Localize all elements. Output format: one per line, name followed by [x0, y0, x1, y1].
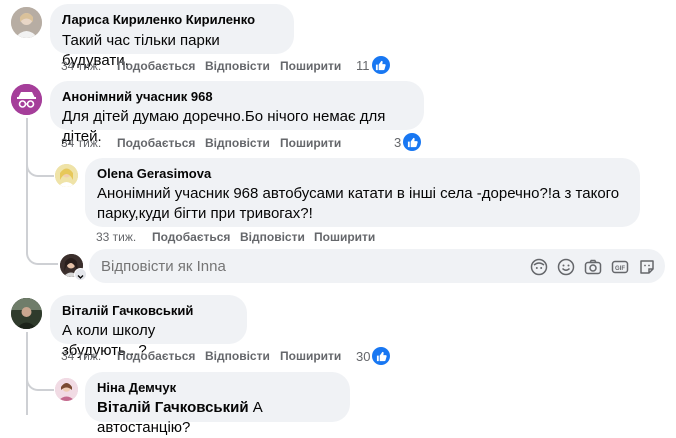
reaction-number: 11: [356, 57, 370, 73]
reply-time[interactable]: 33 тиж.: [96, 229, 136, 245]
comment-time[interactable]: 34 тиж.: [61, 348, 101, 364]
comment-author[interactable]: Віталій Гачковський: [62, 303, 235, 319]
reaction-number: 30: [356, 348, 371, 364]
reply-connector: [26, 365, 54, 391]
like-reaction-icon: [372, 347, 391, 365]
reply-button[interactable]: Відповісти: [205, 135, 270, 151]
reply-author[interactable]: Ніна Демчук: [97, 380, 338, 396]
like-button[interactable]: Подобається: [152, 229, 230, 245]
camera-icon[interactable]: [584, 258, 602, 276]
sticker-icon[interactable]: [638, 258, 656, 276]
gif-icon[interactable]: GIF: [611, 258, 629, 276]
share-button[interactable]: Поширити: [280, 348, 341, 364]
reply-actions: 33 тиж. Подобається Відповісти Поширити: [96, 229, 396, 245]
comment-author[interactable]: Анонімний учасник 968: [62, 89, 412, 105]
share-button[interactable]: Поширити: [280, 135, 341, 151]
reaction-number: 3: [394, 134, 402, 150]
reply-input[interactable]: [101, 249, 521, 283]
reply-bubble: Olena Gerasimova Анонімний учасник 968 а…: [85, 158, 640, 227]
reply-connector: [26, 152, 54, 177]
comment-bubble: Анонімний учасник 968 Для дітей думаю до…: [50, 81, 424, 145]
emoji-icon[interactable]: [557, 258, 575, 276]
avatar[interactable]: [55, 164, 78, 187]
comment-time[interactable]: 34 тиж.: [61, 135, 101, 151]
reply-text: Віталій Гачковський А автостанцію?: [97, 398, 338, 438]
reply-button[interactable]: Відповісти: [205, 348, 270, 364]
thread-line: [26, 118, 28, 251]
anonymous-avatar-icon[interactable]: [11, 84, 42, 115]
reply-button[interactable]: Відповісти: [240, 229, 305, 245]
avatar[interactable]: [55, 378, 78, 401]
svg-text:GIF: GIF: [615, 266, 625, 272]
avatar[interactable]: [11, 7, 42, 38]
avatar-sticker-icon[interactable]: [530, 258, 548, 276]
reply-author[interactable]: Olena Gerasimova: [97, 166, 628, 182]
share-button[interactable]: Поширити: [280, 58, 341, 74]
reaction-count[interactable]: 30: [356, 347, 391, 365]
reaction-count[interactable]: 3: [394, 133, 422, 151]
share-button[interactable]: Поширити: [314, 229, 375, 245]
reply-input-box[interactable]: GIF: [89, 249, 665, 283]
comment-time[interactable]: 34 тиж.: [61, 58, 101, 74]
reply-text-line: парку,куди бігти при тривогах?!: [97, 205, 313, 222]
reply-button[interactable]: Відповісти: [205, 58, 270, 74]
like-reaction-icon: [403, 133, 422, 151]
like-button[interactable]: Подобається: [117, 348, 195, 364]
comment-actions: 34 тиж. Подобається Відповісти Поширити: [61, 348, 361, 364]
comment-actions: 34 тиж. Подобається Відповісти Поширити: [61, 135, 361, 151]
comment-author[interactable]: Лариса Кириленко Кириленко: [62, 12, 282, 28]
reply-connector: [26, 240, 58, 265]
like-reaction-icon: [371, 56, 390, 74]
avatar[interactable]: [11, 298, 42, 329]
like-button[interactable]: Подобається: [117, 58, 195, 74]
reaction-count[interactable]: 11: [356, 56, 390, 74]
reply-text-line: Анонімний учасник 968 автобусами катати …: [97, 185, 620, 202]
like-button[interactable]: Подобається: [117, 135, 195, 151]
mention-link[interactable]: Віталій Гачковський: [97, 399, 249, 416]
comment-actions: 34 тиж. Подобається Відповісти Поширити: [61, 58, 361, 74]
chevron-down-icon[interactable]: [74, 268, 87, 281]
comment-bubble: Віталій Гачковський А коли школу збудуют…: [50, 295, 247, 359]
comment-bubble: Лариса Кириленко Кириленко Такий час тіл…: [50, 4, 294, 69]
